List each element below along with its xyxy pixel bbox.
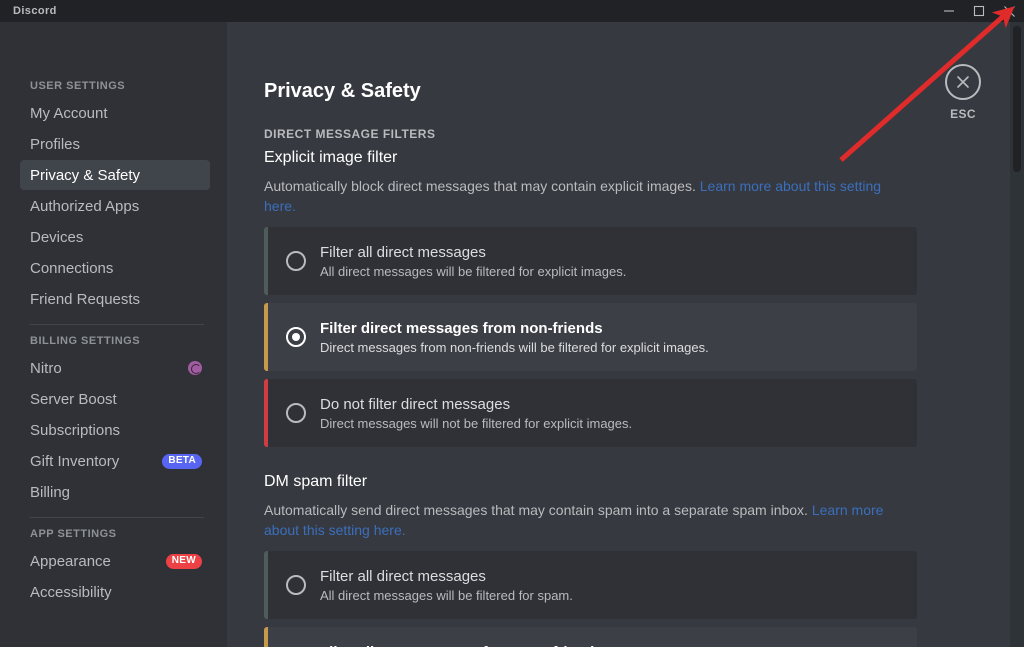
window-maximize-button[interactable] <box>964 0 994 22</box>
option-text: Filter all direct messages All direct me… <box>320 568 573 603</box>
sidebar-item-label: Appearance <box>30 552 111 570</box>
section-description-dm-spam-filter: Automatically send direct messages that … <box>264 500 896 540</box>
section-heading-dm-spam-filter: DM spam filter <box>264 473 368 490</box>
sidebar-item-friend-requests[interactable]: Friend Requests <box>20 284 210 314</box>
sidebar-item-label: Server Boost <box>30 390 117 408</box>
radio-button-unselected-icon[interactable] <box>286 575 306 595</box>
sidebar-item-label: Privacy & Safety <box>30 166 141 184</box>
option-title: Filter all direct messages <box>320 243 486 261</box>
sidebar-item-label: Accessibility <box>30 583 112 601</box>
radio-button-unselected-icon[interactable] <box>286 251 306 271</box>
option-filter-all-direct-messages-explicit[interactable]: Filter all direct messages All direct me… <box>264 227 917 295</box>
sidebar-divider <box>30 324 204 325</box>
section-heading-explicit-image-filter: Explicit image filter <box>264 149 398 166</box>
radio-button-unselected-icon[interactable] <box>286 403 306 423</box>
sidebar-item-accessibility[interactable]: Accessibility <box>20 577 210 607</box>
close-icon <box>1003 5 1016 18</box>
option-filter-all-direct-messages-spam[interactable]: Filter all direct messages All direct me… <box>264 551 917 619</box>
sidebar-item-gift-inventory[interactable]: Gift Inventory BETA <box>20 446 210 476</box>
option-text: Filter direct messages from non-friends … <box>320 644 655 647</box>
nitro-wheel-icon <box>188 361 202 375</box>
sidebar-item-label: Gift Inventory <box>30 452 120 470</box>
sidebar-section-header-billing: BILLING SETTINGS <box>30 335 141 347</box>
window-minimize-button[interactable] <box>934 0 964 22</box>
window-title: Discord <box>13 5 57 17</box>
radio-button-selected-icon[interactable] <box>286 327 306 347</box>
sidebar-scroll-area: USER SETTINGS My Account Profiles Privac… <box>0 22 227 607</box>
window-titlebar: Discord <box>0 0 1024 22</box>
option-subtitle: All direct messages will be filtered for… <box>320 263 627 279</box>
option-group-dm-spam-filter: Filter all direct messages All direct me… <box>264 551 917 647</box>
sidebar-item-my-account[interactable]: My Account <box>20 98 210 128</box>
option-filter-non-friends-spam[interactable]: Filter direct messages from non-friends … <box>264 627 917 647</box>
sidebar-item-label: Billing <box>30 483 71 501</box>
option-text: Filter direct messages from non-friends … <box>320 320 709 355</box>
maximize-icon <box>973 5 985 17</box>
discord-settings-window: Discord USER SETTINGS My Account Profile… <box>0 0 1024 647</box>
sidebar-item-label: My Account <box>30 104 108 122</box>
sidebar-item-devices[interactable]: Devices <box>20 222 210 252</box>
sidebar-item-appearance[interactable]: Appearance NEW <box>20 546 210 576</box>
sidebar-item-label: Subscriptions <box>30 421 121 439</box>
sidebar-section-header-app: APP SETTINGS <box>30 528 117 540</box>
option-title: Do not filter direct messages <box>320 395 511 413</box>
option-subtitle: Direct messages will not be filtered for… <box>320 415 633 431</box>
sidebar-item-connections[interactable]: Connections <box>20 253 210 283</box>
option-title: Filter direct messages from non-friends <box>320 644 655 647</box>
sidebar-section-header-user: USER SETTINGS <box>30 80 126 92</box>
settings-content: Privacy & Safety DIRECT MESSAGE FILTERS … <box>227 22 1024 647</box>
sidebar-item-authorized-apps[interactable]: Authorized Apps <box>20 191 210 221</box>
sidebar-item-label: Authorized Apps <box>30 197 140 215</box>
option-do-not-filter-explicit[interactable]: Do not filter direct messages Direct mes… <box>264 379 917 447</box>
sidebar-item-label: Nitro <box>30 359 62 377</box>
section-description-explicit-image-filter: Automatically block direct messages that… <box>264 176 896 216</box>
new-badge: NEW <box>165 553 202 569</box>
sidebar-item-label: Friend Requests <box>30 290 141 308</box>
content-scrollbar[interactable] <box>1010 22 1024 647</box>
option-group-explicit-image-filter: Filter all direct messages All direct me… <box>264 227 917 447</box>
option-filter-non-friends-explicit[interactable]: Filter direct messages from non-friends … <box>264 303 917 371</box>
sidebar-item-subscriptions[interactable]: Subscriptions <box>20 415 210 445</box>
sidebar-item-profiles[interactable]: Profiles <box>20 129 210 159</box>
description-text: Automatically send direct messages that … <box>264 502 812 518</box>
close-x-icon <box>945 64 981 100</box>
option-text: Do not filter direct messages Direct mes… <box>320 396 632 431</box>
beta-badge: BETA <box>162 453 202 469</box>
sidebar-item-label: Profiles <box>30 135 81 153</box>
minimize-icon <box>943 5 955 17</box>
sidebar-item-privacy-and-safety[interactable]: Privacy & Safety <box>20 160 210 190</box>
window-close-button[interactable] <box>994 0 1024 22</box>
option-subtitle: Direct messages from non-friends will be… <box>320 339 709 355</box>
content-scroll-area: Privacy & Safety DIRECT MESSAGE FILTERS … <box>227 22 917 647</box>
sidebar-item-label: Connections <box>30 259 114 277</box>
sidebar-item-server-boost[interactable]: Server Boost <box>20 384 210 414</box>
page-title: Privacy & Safety <box>264 80 421 102</box>
sidebar-divider <box>30 517 204 518</box>
option-text: Filter all direct messages All direct me… <box>320 244 626 279</box>
option-subtitle: All direct messages will be filtered for… <box>320 587 573 603</box>
esc-close-button[interactable]: ESC <box>935 64 991 121</box>
sidebar-item-billing[interactable]: Billing <box>20 477 210 507</box>
description-text: Automatically block direct messages that… <box>264 178 700 194</box>
settings-sidebar: USER SETTINGS My Account Profiles Privac… <box>0 22 227 647</box>
option-title: Filter direct messages from non-friends <box>320 319 603 337</box>
option-title: Filter all direct messages <box>320 567 486 585</box>
group-header-direct-message-filters: DIRECT MESSAGE FILTERS <box>264 127 436 141</box>
sidebar-item-label: Devices <box>30 228 84 246</box>
scrollbar-thumb[interactable] <box>1013 26 1021 172</box>
esc-label: ESC <box>950 107 976 121</box>
sidebar-item-nitro[interactable]: Nitro <box>20 353 210 383</box>
